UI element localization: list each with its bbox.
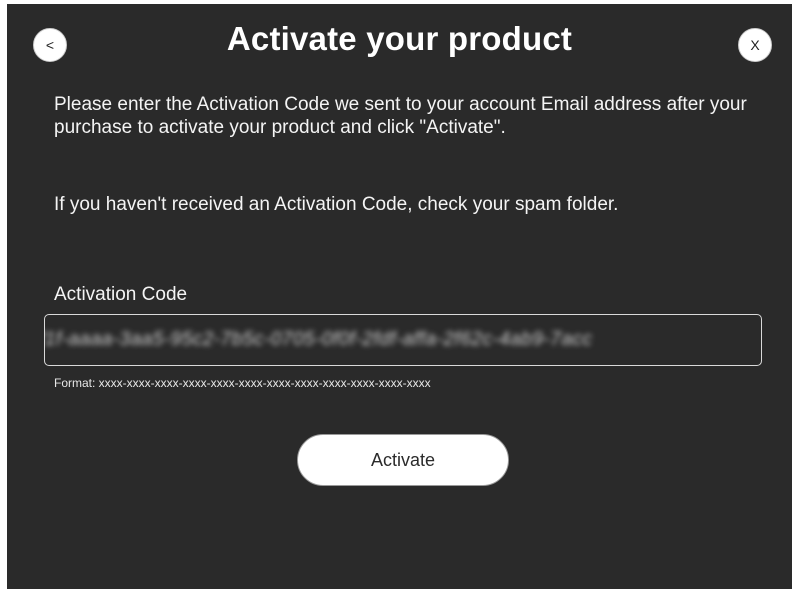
activation-code-label: Activation Code: [54, 284, 188, 305]
activation-dialog: < Activate your product X Please enter t…: [7, 4, 792, 589]
spam-note-text: If you haven't received an Activation Co…: [54, 194, 619, 215]
code-format-hint: Format: xxxx-xxxx-xxxx-xxxx-xxxx-xxxx-xx…: [54, 376, 431, 390]
instructions-text: Please enter the Activation Code we sent…: [54, 94, 747, 138]
activation-code-input[interactable]: f1f-aaaa-3aa5-95c2-7b5c-0705-0f0f-2fdf-a…: [44, 314, 762, 366]
dialog-title: Activate your product: [226, 20, 573, 57]
close-icon: X: [750, 37, 760, 53]
activate-button[interactable]: Activate: [297, 434, 509, 486]
close-button[interactable]: X: [738, 28, 772, 62]
activation-code-value: f1f-aaaa-3aa5-95c2-7b5c-0705-0f0f-2fdf-a…: [44, 329, 593, 350]
